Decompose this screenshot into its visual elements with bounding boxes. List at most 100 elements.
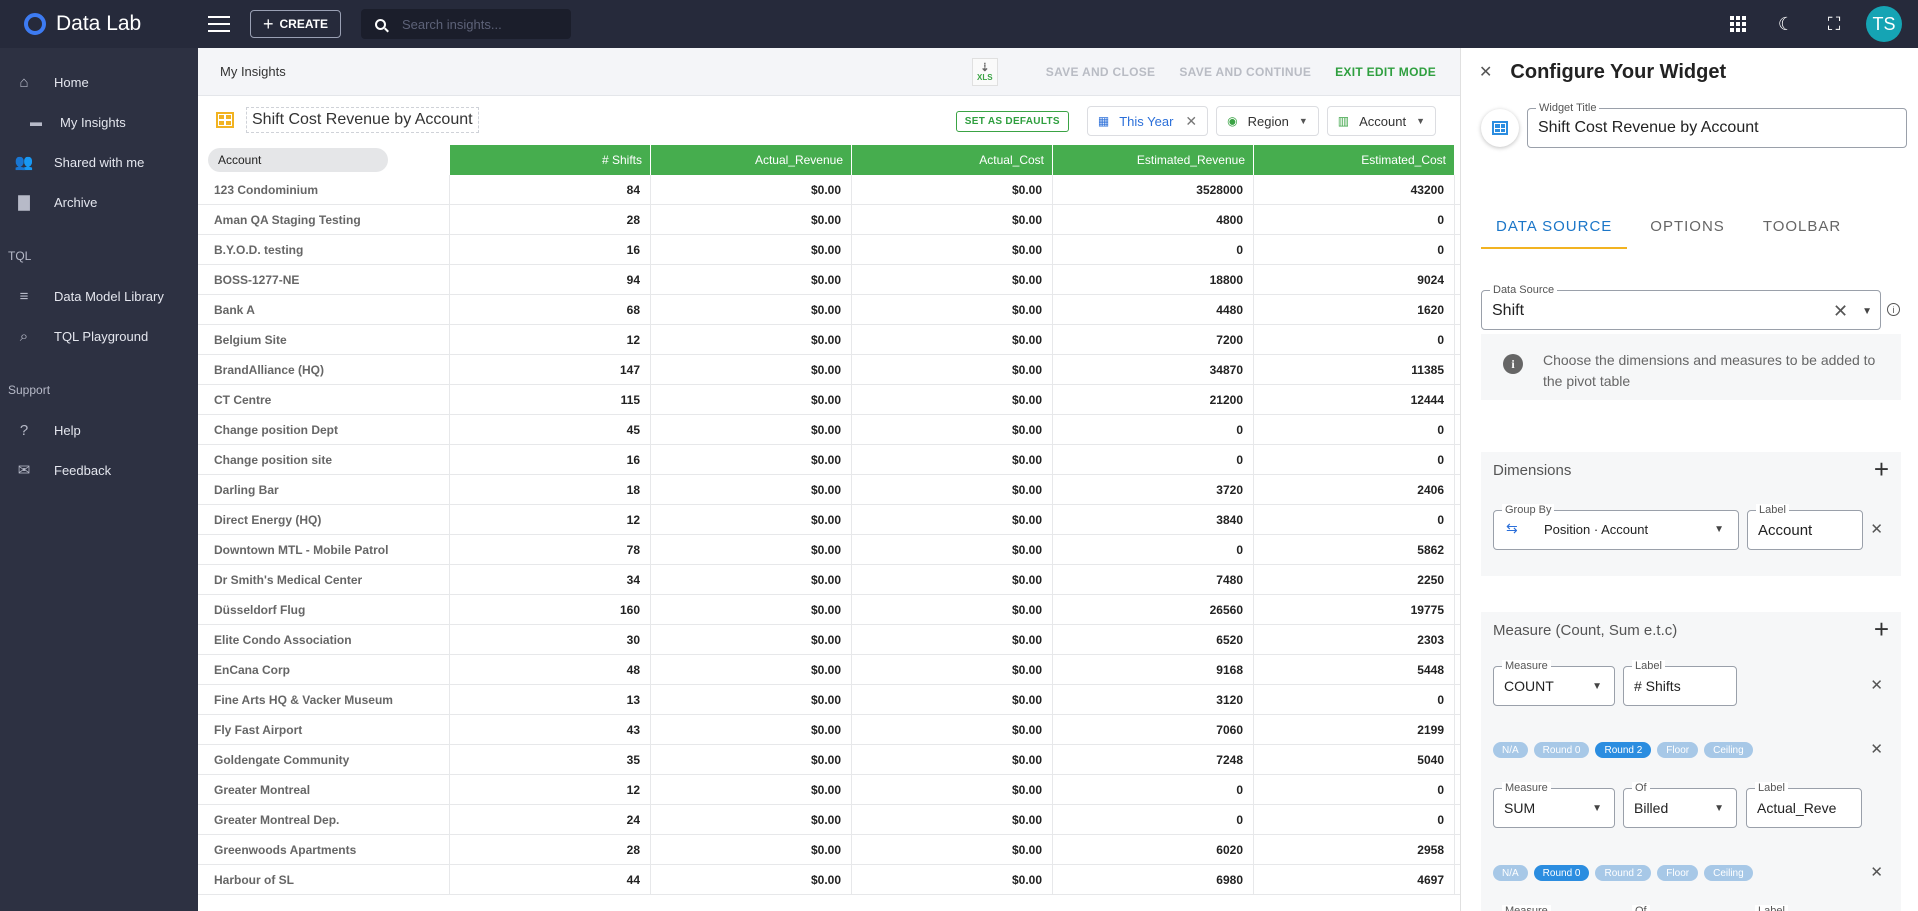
- value-cell: 12: [450, 775, 651, 804]
- value-cell: 6020: [1053, 835, 1254, 864]
- rounding-chip[interactable]: Round 2: [1595, 742, 1652, 758]
- save-and-continue-button[interactable]: SAVE AND CONTINUE: [1179, 65, 1311, 79]
- value-cell: $0.00: [852, 445, 1053, 474]
- measure-select[interactable]: Measure SUM ▼: [1493, 782, 1615, 828]
- apps-grid-icon[interactable]: [1714, 0, 1762, 48]
- tab-toolbar[interactable]: TOOLBAR: [1748, 218, 1856, 249]
- value-cell: 4480: [1053, 295, 1254, 324]
- rounding-chip[interactable]: N/A: [1493, 865, 1528, 881]
- dimension-label-label: Label: [1756, 504, 1789, 516]
- sidebar-item-my-insights[interactable]: ▬ My Insights: [0, 102, 198, 142]
- sidebar-item-data-model-library[interactable]: ≡ Data Model Library: [0, 276, 198, 316]
- sidebar-item-feedback[interactable]: ✉ Feedback: [0, 450, 198, 490]
- value-cell: 147: [450, 355, 651, 384]
- rounding-chip[interactable]: N/A: [1493, 742, 1528, 758]
- column-header[interactable]: Actual_Revenue: [651, 145, 852, 175]
- account-header-pill[interactable]: Account: [208, 148, 388, 172]
- sidebar-item-archive[interactable]: ▇ Archive: [0, 182, 198, 222]
- remove-measure-icon[interactable]: ✕: [1870, 740, 1883, 758]
- column-header[interactable]: Actual_Cost: [852, 145, 1053, 175]
- measure-label-field-value: # Shifts: [1634, 678, 1681, 694]
- clear-icon[interactable]: ✕: [1833, 301, 1848, 322]
- value-cell: 34: [450, 565, 651, 594]
- date-filter-chip[interactable]: ▦ This Year ✕: [1086, 106, 1209, 136]
- dimension-label-field[interactable]: Label Account: [1747, 504, 1863, 550]
- column-header[interactable]: Estimated_Cost: [1254, 145, 1455, 175]
- rounding-chip[interactable]: Floor: [1657, 742, 1699, 758]
- region-filter-chip[interactable]: ◉ Region ▼: [1216, 106, 1319, 136]
- measure-select-value: SUM: [1504, 800, 1536, 816]
- add-measure-button[interactable]: +: [1874, 614, 1889, 645]
- value-cell: 0: [1254, 805, 1455, 834]
- info-icon[interactable]: i: [1887, 303, 1900, 316]
- remove-measure-icon[interactable]: ✕: [1870, 863, 1883, 881]
- sidebar-item-tql-playground[interactable]: ⌕ TQL Playground: [0, 316, 198, 356]
- sidebar-item-label: Feedback: [54, 462, 112, 478]
- search-input[interactable]: [401, 16, 552, 32]
- widget-title[interactable]: Shift Cost Revenue by Account: [246, 107, 479, 133]
- remove-measure-icon[interactable]: ✕: [1870, 676, 1883, 694]
- group-by-select[interactable]: Group By ⇆ Position · Account ▼: [1493, 504, 1739, 550]
- value-cell: 84: [450, 175, 651, 204]
- of-select[interactable]: Of Billed ▼: [1623, 782, 1737, 828]
- menu-icon[interactable]: [208, 16, 230, 32]
- measure-select[interactable]: Measure COUNT ▼: [1493, 660, 1615, 706]
- clear-icon[interactable]: ✕: [1185, 113, 1197, 130]
- value-cell: $0.00: [852, 655, 1053, 684]
- value-cell: 3720: [1053, 475, 1254, 504]
- brand-logo-icon: [24, 13, 46, 35]
- tab-data-source[interactable]: DATA SOURCE: [1481, 218, 1628, 249]
- group-by-label: Group By: [1502, 504, 1555, 516]
- set-as-defaults-button[interactable]: SET AS DEFAULTS: [955, 110, 1069, 132]
- widget-title-field[interactable]: Widget Title Shift Cost Revenue by Accou…: [1527, 102, 1907, 148]
- measure-select-label: Measure: [1502, 905, 1551, 911]
- column-header[interactable]: Estimated_Revenue: [1053, 145, 1254, 175]
- table-row: Elite Condo Association 30 $0.00 $0.00 6520 2…: [198, 625, 1460, 655]
- rounding-chip[interactable]: Floor: [1657, 865, 1699, 881]
- breadcrumb[interactable]: My Insights: [220, 64, 286, 79]
- value-cell: 30: [450, 625, 651, 654]
- remove-dimension-icon[interactable]: ✕: [1870, 520, 1883, 538]
- panel-header: ✕ Configure Your Widget: [1461, 48, 1918, 96]
- create-button[interactable]: + CREATE: [250, 10, 341, 38]
- sidebar-item-home[interactable]: ⌂ Home: [0, 62, 198, 102]
- section-label-support: Support: [8, 383, 51, 397]
- region-filter-label: Region: [1247, 113, 1289, 129]
- account-filter-chip[interactable]: ▥ Account ▼: [1326, 106, 1436, 136]
- column-header[interactable]: # Shifts: [450, 145, 651, 175]
- xls-label: XLS: [977, 72, 993, 82]
- rounding-chip[interactable]: Round 0: [1533, 742, 1590, 758]
- avatar[interactable]: TS: [1866, 6, 1902, 42]
- value-cell: $0.00: [852, 715, 1053, 744]
- exit-edit-mode-button[interactable]: EXIT EDIT MODE: [1335, 65, 1436, 79]
- sidebar-item-shared[interactable]: 👥 Shared with me: [0, 142, 198, 182]
- rounding-chip[interactable]: Round 2: [1595, 865, 1652, 881]
- close-icon[interactable]: ✕: [1479, 62, 1492, 82]
- export-xls-button[interactable]: ⇣ XLS: [971, 58, 998, 86]
- measure-label-field[interactable]: Label Actual_Revenu: [1746, 782, 1862, 828]
- measure-label-field[interactable]: Label # Shifts: [1623, 660, 1737, 706]
- calendar-icon: ▦: [1097, 114, 1110, 128]
- of-select-value: Billed: [1634, 800, 1669, 816]
- widget-type-button[interactable]: [1481, 109, 1519, 147]
- create-button-label: CREATE: [279, 17, 328, 31]
- value-cell: 0: [1254, 205, 1455, 234]
- search-box[interactable]: [360, 9, 571, 39]
- dark-mode-icon[interactable]: ☾: [1762, 0, 1810, 48]
- value-cell: $0.00: [852, 175, 1053, 204]
- sidebar-item-help[interactable]: ? Help: [0, 410, 198, 450]
- rounding-chip[interactable]: Ceiling: [1704, 742, 1753, 758]
- rounding-chip[interactable]: Ceiling: [1704, 865, 1753, 881]
- value-cell: 0: [1053, 445, 1254, 474]
- chevron-down-icon[interactable]: ▼: [1862, 306, 1872, 317]
- account-column-header[interactable]: Account: [198, 145, 450, 175]
- save-and-close-button[interactable]: SAVE AND CLOSE: [1046, 65, 1156, 79]
- info-icon: i: [1503, 354, 1523, 374]
- data-source-select[interactable]: Data Source Shift ✕ ▼: [1481, 284, 1881, 330]
- fullscreen-icon[interactable]: ⛶: [1810, 0, 1858, 48]
- rounding-chip[interactable]: Round 0: [1533, 865, 1590, 881]
- add-dimension-button[interactable]: +: [1874, 454, 1889, 485]
- brand[interactable]: Data Lab: [0, 0, 198, 48]
- value-cell: 2250: [1254, 565, 1455, 594]
- tab-options[interactable]: OPTIONS: [1635, 218, 1740, 249]
